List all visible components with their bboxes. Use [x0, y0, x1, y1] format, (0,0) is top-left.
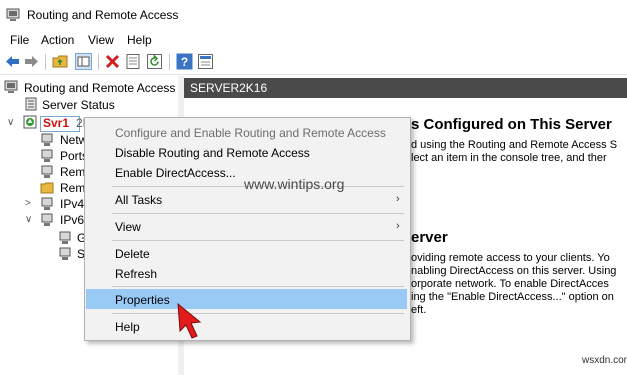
toolbar-separator: [98, 54, 99, 70]
server-status-icon: [25, 97, 37, 111]
menu-separator: [112, 240, 404, 241]
menu-item-configure-rras[interactable]: Configure and Enable Routing and Remote …: [115, 126, 386, 140]
menu-separator: [112, 286, 404, 287]
menu-separator: [112, 213, 404, 214]
properties-icon[interactable]: [125, 53, 142, 70]
details-heading-configured: s Configured on This Server: [411, 116, 612, 133]
menu-item-all-tasks[interactable]: All Tasks: [115, 193, 162, 207]
network-interfaces-icon: [41, 133, 53, 146]
up-folder-icon[interactable]: [52, 53, 69, 70]
rras-root-icon: [4, 80, 18, 93]
menu-item-enable-directaccess[interactable]: Enable DirectAccess...: [115, 166, 236, 180]
help-icon[interactable]: ?: [176, 53, 193, 70]
menu-item-help[interactable]: Help: [115, 320, 140, 334]
menu-file[interactable]: File: [10, 33, 29, 47]
remote-clients-icon: [41, 165, 53, 178]
toolbar: [0, 50, 627, 75]
menu-item-properties[interactable]: Properties: [115, 293, 170, 307]
details-text-line: d using the Routing and Remote Access S: [411, 139, 618, 151]
chevron-right-icon[interactable]: >: [25, 198, 31, 209]
details-text-line: orporate network. To enable DirectAcces: [411, 278, 609, 290]
red-pointer-arrow-icon: [177, 302, 202, 339]
details-text-line: ing the "Enable DirectAccess..." option …: [411, 291, 614, 303]
menu-item-refresh[interactable]: Refresh: [115, 267, 157, 281]
details-text-line: eft.: [411, 304, 427, 316]
window-title: Routing and Remote Access: [27, 8, 179, 22]
submenu-arrow-icon: ›: [396, 220, 400, 232]
chevron-down-icon[interactable]: ∨: [7, 117, 14, 128]
svg-text:?: ?: [181, 55, 188, 69]
forward-icon[interactable]: [23, 53, 40, 70]
general-icon: [59, 231, 71, 244]
ports-icon: [41, 149, 53, 162]
folder-icon: [40, 182, 54, 194]
back-icon[interactable]: [4, 53, 21, 70]
menu-view[interactable]: View: [88, 33, 114, 47]
toolbar-separator: [45, 54, 46, 70]
delete-icon[interactable]: [104, 53, 121, 70]
menu-item-disable-rras[interactable]: Disable Routing and Remote Access: [115, 146, 310, 160]
tree-item-ipv6[interactable]: IPv6: [60, 213, 84, 231]
details-header-title: SERVER2K16: [190, 81, 268, 95]
menu-action[interactable]: Action: [41, 33, 74, 47]
details-heading-server: erver: [411, 229, 448, 246]
watermark-text: www.wintips.org: [244, 176, 345, 192]
console-icon[interactable]: [197, 53, 214, 70]
submenu-arrow-icon: ›: [396, 193, 400, 205]
menu-help[interactable]: Help: [127, 33, 152, 47]
tree-root-label[interactable]: Routing and Remote Access: [24, 81, 175, 99]
tree-server-name[interactable]: Svr1: [43, 116, 69, 134]
chevron-down-icon[interactable]: ∨: [25, 214, 32, 225]
show-hide-tree-icon[interactable]: [75, 53, 92, 70]
toolbar-separator: [169, 54, 170, 70]
ipv4-icon: [41, 197, 53, 210]
tree-server-status[interactable]: Server Status: [42, 98, 115, 116]
ipv6-icon: [41, 213, 53, 226]
corner-watermark: wsxdn.com: [582, 355, 627, 366]
server-up-icon: [23, 115, 37, 129]
details-text-line: lect an item in the console tree, and th…: [411, 152, 607, 164]
menu-item-view[interactable]: View: [115, 220, 141, 234]
menu-item-delete[interactable]: Delete: [115, 247, 150, 261]
menu-separator: [112, 313, 404, 314]
static-routes-icon: [59, 247, 71, 260]
details-text-line: oviding remote access to your clients. Y…: [411, 252, 610, 264]
rras-app-icon: [6, 8, 20, 21]
refresh-icon[interactable]: [146, 53, 163, 70]
details-text-line: nabling DirectAccess on this server. Usi…: [411, 265, 617, 277]
